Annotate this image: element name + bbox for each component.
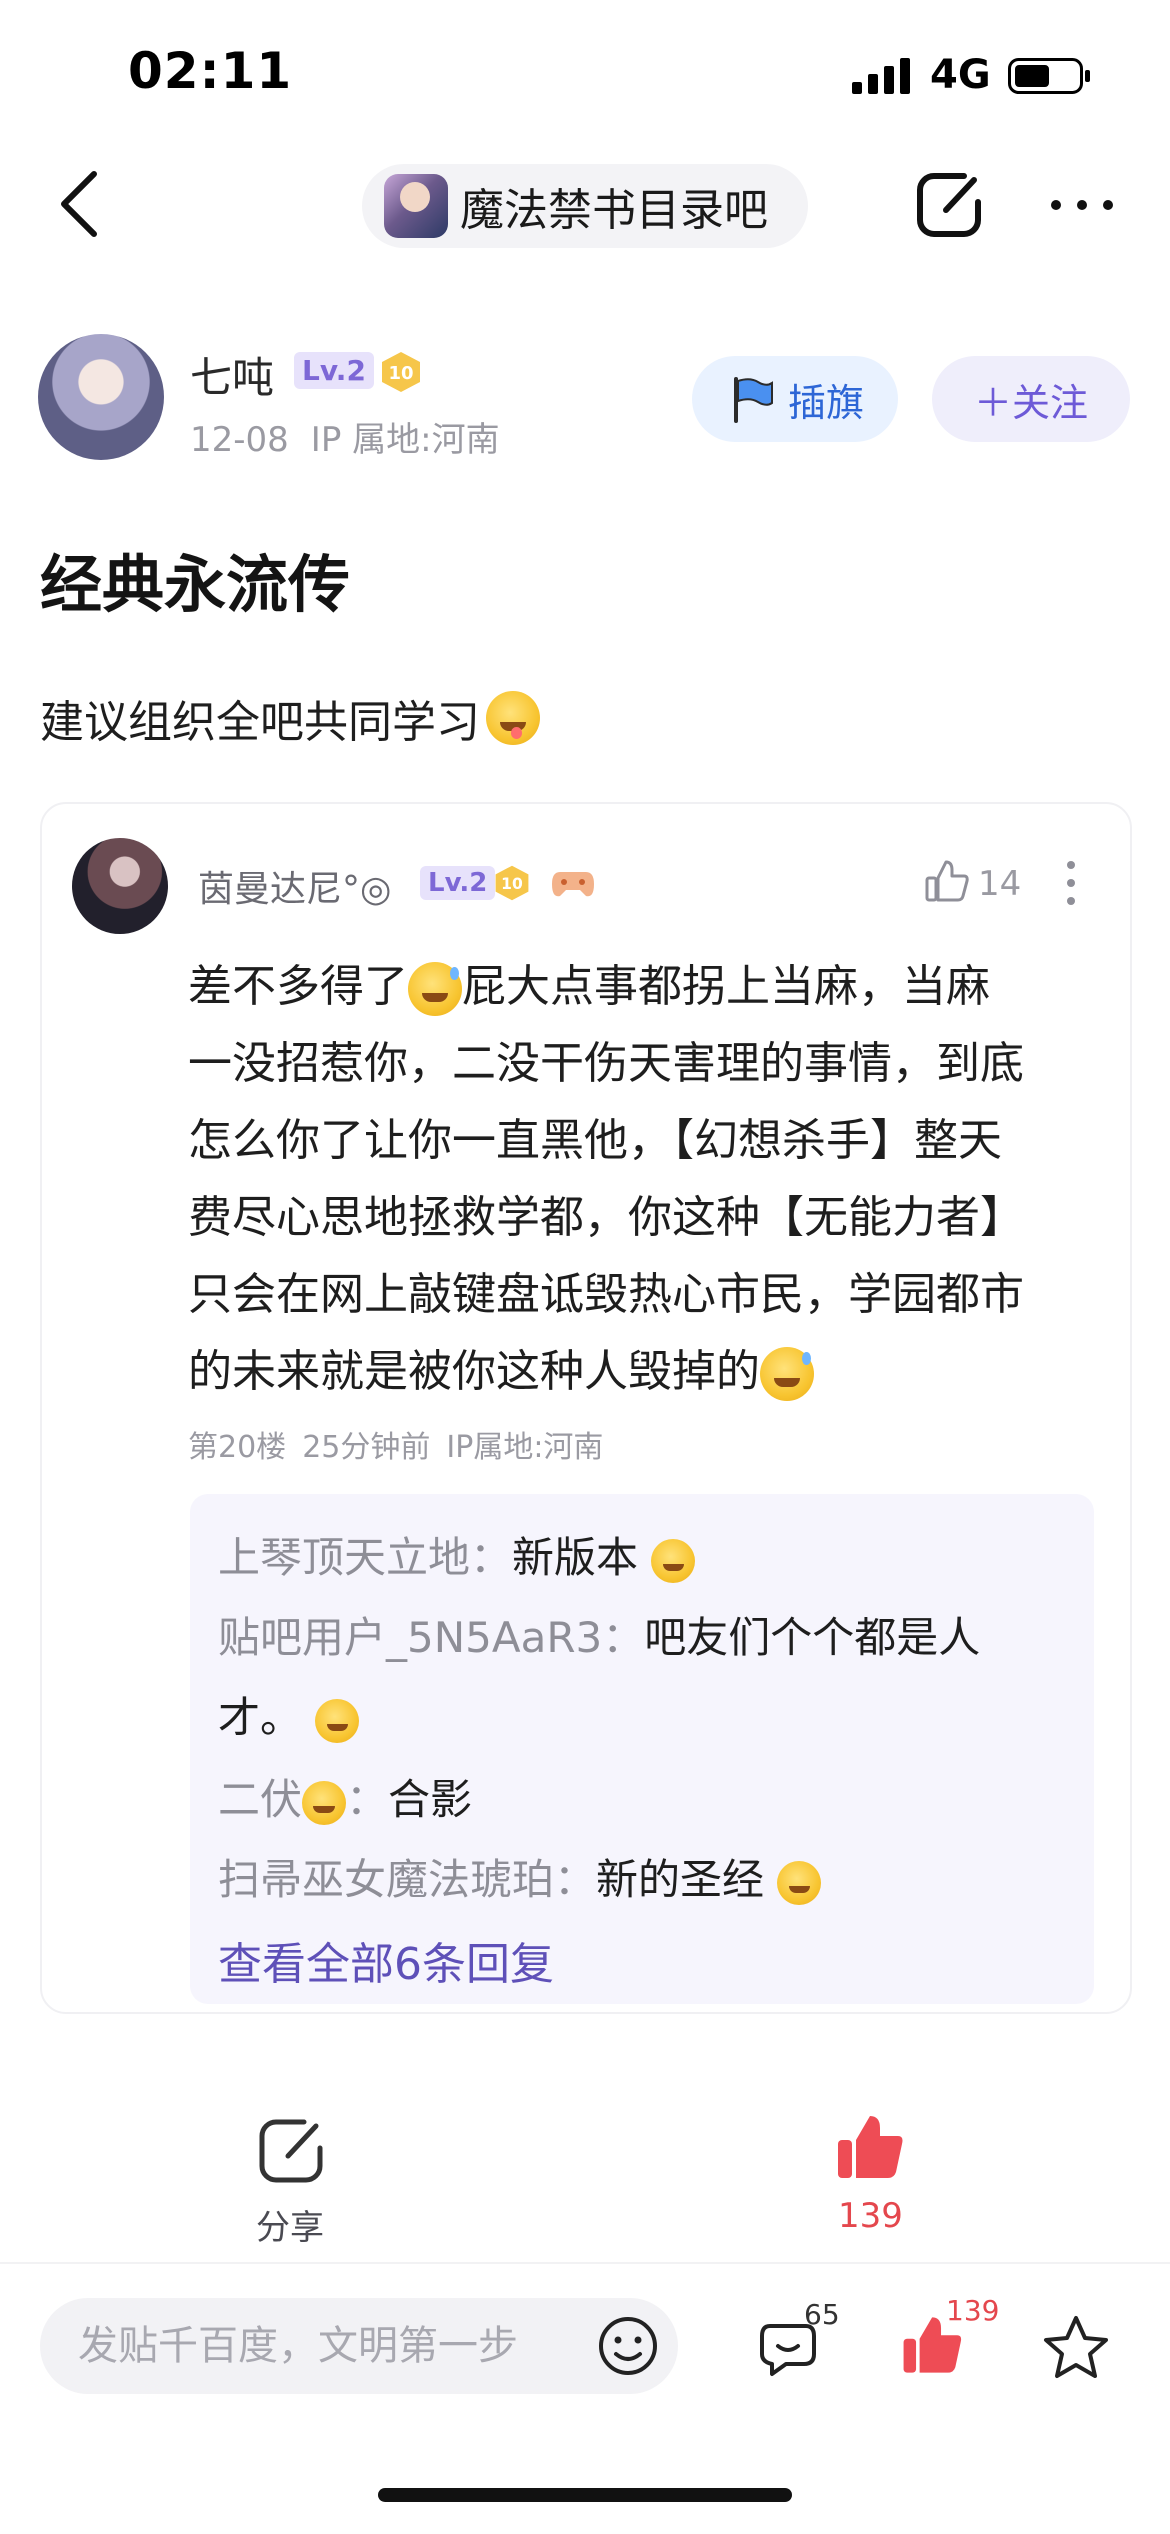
author-avatar[interactable] bbox=[38, 334, 164, 460]
home-indicator bbox=[378, 2488, 792, 2502]
view-all-replies-link[interactable]: 查看全部6条回复 bbox=[218, 1928, 554, 1992]
favorite-star-icon[interactable] bbox=[1040, 2312, 1112, 2384]
comment-ip: IP属地:河南 bbox=[446, 1430, 604, 1465]
flag-button[interactable]: 插旗 bbox=[692, 356, 898, 442]
reply-user[interactable]: 贴吧用户_5N5AaR3 bbox=[218, 1613, 602, 1662]
reply-text: 新版本 bbox=[512, 1533, 639, 1582]
follow-button[interactable]: ＋关注 bbox=[932, 356, 1130, 442]
comment-line: 费尽心思地拯救学都，你这种【无能力者】 bbox=[188, 1192, 1024, 1243]
status-time: 02:11 bbox=[128, 42, 293, 100]
thumbs-up-outline-icon[interactable] bbox=[924, 858, 970, 904]
author-name[interactable]: 七吨 bbox=[190, 344, 274, 405]
commenter-avatar[interactable] bbox=[72, 838, 168, 934]
signal-icon bbox=[852, 58, 910, 94]
forum-chip[interactable]: 魔法禁书目录吧 bbox=[362, 164, 808, 248]
comment-text: 差不多得了 屁大点事都拐上当麻，当麻 一没招惹你，二没干伤天害理的事情，到底 怎么… bbox=[188, 948, 1098, 1410]
reply-item[interactable]: 扫帚巫女魔法琥珀：新的圣经 bbox=[218, 1846, 822, 1907]
more-icon[interactable] bbox=[1048, 190, 1116, 220]
author-medal-number: 10 bbox=[388, 363, 413, 384]
comment-time: 25分钟前 bbox=[302, 1430, 431, 1465]
yum-emoji-icon bbox=[486, 691, 540, 745]
comment-floor: 第20楼 bbox=[188, 1430, 287, 1465]
reply-text: 吧友们个个都是人 bbox=[644, 1613, 981, 1662]
edit-icon[interactable] bbox=[912, 168, 986, 242]
laugh-emoji-icon bbox=[302, 1780, 347, 1825]
forum-avatar bbox=[384, 174, 448, 238]
share-label[interactable]: 分享 bbox=[256, 2200, 324, 2249]
forum-name: 魔法禁书目录吧 bbox=[460, 185, 768, 236]
commenter-level-badge: Lv.2 bbox=[420, 866, 496, 900]
surprised-emoji-icon bbox=[651, 1538, 696, 1583]
comment-like-count: 14 bbox=[978, 864, 1022, 904]
reply-user[interactable]: 上琴顶天立地 bbox=[218, 1533, 470, 1582]
author-meta: 12-08 IP 属地:河南 bbox=[190, 412, 522, 461]
gamepad-icon bbox=[552, 872, 594, 897]
thumbs-up-filled-icon[interactable] bbox=[834, 2110, 908, 2184]
post-date: 12-08 bbox=[190, 420, 289, 460]
comment-count: 65 bbox=[804, 2298, 840, 2331]
post-like-count: 139 bbox=[838, 2196, 903, 2236]
reply-text: 新的圣经 bbox=[596, 1855, 765, 1904]
comment-line: 一没招惹你，二没干伤天害理的事情，到底 bbox=[188, 1038, 1024, 1089]
reply-user[interactable]: 二伏 bbox=[218, 1775, 302, 1824]
commenter-medal-number: 10 bbox=[501, 875, 523, 893]
back-icon[interactable] bbox=[56, 168, 104, 240]
reply-user[interactable]: 扫帚巫女魔法琥珀 bbox=[218, 1855, 554, 1904]
reply-text: 合影 bbox=[388, 1775, 473, 1824]
comment-meta: 第20楼 25分钟前 IP属地:河南 bbox=[188, 1422, 619, 1466]
comment-line: 只会在网上敲键盘诋毁热心市民，学园都市 bbox=[188, 1269, 1024, 1320]
comment-line: 差不多得了 bbox=[188, 961, 408, 1012]
author-level-badge: Lv.2 bbox=[294, 352, 374, 389]
author-ip: IP 属地:河南 bbox=[310, 420, 500, 460]
emoji-picker-icon[interactable] bbox=[596, 2314, 660, 2378]
reply-input[interactable] bbox=[76, 2322, 580, 2370]
reply-item-continued[interactable]: 才。 bbox=[218, 1684, 360, 1745]
commenter-medal-icon: 10 bbox=[495, 865, 529, 901]
reply-item[interactable]: 贴吧用户_5N5AaR3：吧友们个个都是人 bbox=[218, 1604, 980, 1665]
bottom-like-count: 139 bbox=[946, 2294, 1000, 2327]
smile-emoji-icon bbox=[315, 1698, 360, 1743]
reply-item[interactable]: 二伏 ：合影 bbox=[218, 1766, 472, 1827]
comment-line: 怎么你了让你一直黑他，【幻想杀手】整天 bbox=[188, 1115, 1002, 1166]
network-type: 4G bbox=[930, 52, 991, 98]
comment-line: 的未来就是被你这种人毁掉的 bbox=[188, 1346, 760, 1397]
post-title: 经典永流传 bbox=[40, 548, 351, 621]
comment-line: 屁大点事都拐上当麻，当麻 bbox=[462, 961, 990, 1012]
sweat-smile-emoji-icon bbox=[408, 962, 462, 1016]
reply-item[interactable]: 上琴顶天立地：新版本 bbox=[218, 1524, 696, 1585]
comment-more-icon[interactable] bbox=[1064, 858, 1078, 908]
medal-icon: 10 bbox=[382, 352, 420, 392]
surprised-emoji-icon bbox=[777, 1860, 822, 1905]
reply-text: 才。 bbox=[218, 1693, 303, 1742]
post-body: 建议组织全吧共同学习 bbox=[40, 686, 540, 750]
post-body-text: 建议组织全吧共同学习 bbox=[40, 697, 480, 748]
share-icon[interactable] bbox=[254, 2114, 328, 2188]
commenter-name[interactable]: 茵曼达尼°◎ bbox=[198, 860, 391, 912]
sweat-smile-emoji-icon bbox=[760, 1347, 814, 1401]
battery-icon bbox=[1008, 58, 1090, 94]
flag-label: 插旗 bbox=[787, 380, 864, 425]
reply-input-box[interactable] bbox=[40, 2298, 678, 2394]
flag-icon bbox=[733, 377, 773, 423]
